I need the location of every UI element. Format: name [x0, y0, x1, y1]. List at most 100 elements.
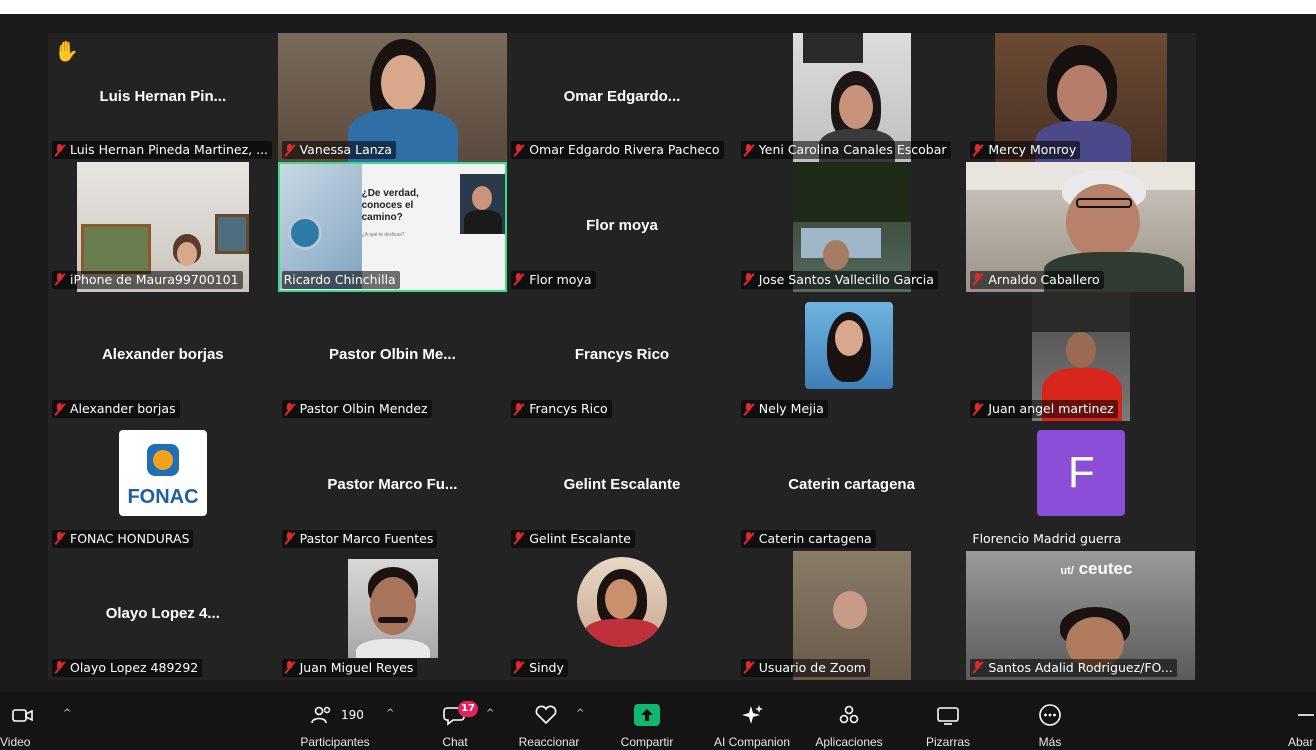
- participant-name-label: Flor moya: [511, 270, 596, 289]
- participant-name: Florencio Madrid guerra: [972, 530, 1122, 546]
- participant-name-label: Juan angel martinez: [970, 400, 1118, 419]
- leave-icon: [1298, 714, 1314, 716]
- participant-name-label: Francys Rico: [511, 400, 612, 419]
- participant-tile[interactable]: iPhone de Maura99700101: [48, 162, 278, 292]
- more-button[interactable]: Más: [1024, 692, 1076, 750]
- muted-mic-icon: [972, 273, 984, 286]
- participant-name-label: Gelint Escalante: [511, 529, 635, 548]
- participant-name-label: Olayo Lopez 489292: [52, 658, 203, 677]
- wall-logo-text: ut/ ceutec: [1060, 558, 1133, 578]
- participant-tile[interactable]: FONAC FONAC HONDURAS: [48, 421, 278, 551]
- participant-name-label: Usuario de Zoom: [740, 658, 870, 677]
- participant-name: Flor moya: [529, 271, 592, 287]
- participant-name-label: Mercy Monroy: [970, 141, 1081, 160]
- muted-mic-icon: [284, 532, 296, 545]
- react-button[interactable]: Reaccionar: [512, 692, 586, 750]
- whiteboards-label: Pizarras: [925, 735, 970, 749]
- share-screen-icon: [634, 704, 660, 726]
- more-label: Más: [1038, 735, 1062, 749]
- muted-mic-icon: [513, 402, 525, 416]
- participant-tile[interactable]: Omar Edgardo... Omar Edgardo Rivera Pach…: [507, 33, 737, 163]
- participant-tile[interactable]: Francys Rico Francys Rico: [507, 291, 737, 422]
- participant-tile[interactable]: Yeni Carolina Canales Escobar: [736, 33, 967, 163]
- participant-name: Usuario de Zoom: [758, 659, 866, 675]
- participant-tile[interactable]: Sindy: [507, 550, 737, 680]
- participant-name-label: Luis Hernan Pineda Martinez, ...: [52, 141, 273, 160]
- participant-tile[interactable]: Pastor Marco Fu... Pastor Marco Fuentes: [277, 421, 508, 551]
- participant-name: Jose Santos Vallecillo Garcia: [758, 271, 934, 287]
- participant-display-name: Luis Hernan Pin...: [99, 87, 227, 105]
- participant-name-label: Caterin cartagena: [740, 529, 876, 548]
- meeting-toolbar: Video ^ 190 Participantes ^ 17 Chat ^ Re…: [0, 692, 1316, 750]
- participant-tile[interactable]: ut/ ceutec Santos Adalid Rodriguez/FO...: [966, 550, 1196, 680]
- participant-name: Yeni Carolina Canales Escobar: [758, 142, 947, 158]
- participant-tile[interactable]: Flor moya Flor moya: [507, 162, 737, 292]
- whiteboard-icon: [937, 707, 959, 725]
- participant-name: Pastor Marco Fuentes: [299, 530, 434, 546]
- raised-hand-icon: ✋: [54, 39, 79, 63]
- leave-button[interactable]: Abar: [1284, 692, 1316, 750]
- participant-display-name: Olayo Lopez 4...: [105, 605, 220, 623]
- muted-mic-icon: [54, 661, 66, 674]
- apps-button[interactable]: Aplicaciones: [808, 692, 890, 750]
- participant-tile[interactable]: Vanessa Lanza: [277, 33, 508, 163]
- participant-display-name: Alexander borjas: [101, 346, 224, 364]
- muted-mic-icon: [743, 143, 755, 157]
- participant-name-label: Vanessa Lanza: [281, 141, 396, 160]
- participant-tile[interactable]: Jose Santos Vallecillo Garcia: [736, 162, 967, 292]
- more-icon: [1039, 704, 1061, 726]
- participant-tile[interactable]: Gelint Escalante Gelint Escalante: [507, 421, 737, 551]
- muted-mic-icon: [513, 273, 525, 286]
- muted-mic-icon: [743, 273, 755, 286]
- participant-name-label: Jose Santos Vallecillo Garcia: [740, 270, 938, 289]
- participant-tile[interactable]: F Florencio Madrid guerra: [966, 421, 1196, 551]
- participant-name-label: Alexander borjas: [52, 400, 180, 419]
- participant-name-label: Yeni Carolina Canales Escobar: [740, 141, 951, 160]
- video-camera-icon: [12, 709, 33, 722]
- whiteboards-button[interactable]: Pizarras: [918, 692, 978, 750]
- participant-tile[interactable]: Mercy Monroy: [966, 33, 1196, 163]
- participants-button[interactable]: 190 Participantes: [292, 692, 378, 750]
- participant-name-label: Santos Adalid Rodriguez/FO...: [970, 658, 1177, 677]
- participant-display-name: Gelint Escalante: [563, 475, 681, 493]
- muted-mic-icon: [972, 661, 984, 674]
- participant-name-label: Arnaldo Caballero: [970, 270, 1104, 289]
- participants-label: Participantes: [300, 735, 370, 749]
- chat-unread-badge: 17: [458, 701, 478, 717]
- heart-icon: [535, 705, 557, 725]
- sparkle-icon: [742, 705, 763, 724]
- ai-companion-button[interactable]: AI Companion: [704, 692, 800, 750]
- participant-tile[interactable]: ✋ Luis Hernan Pin... Luis Hernan Pineda …: [48, 33, 278, 163]
- participant-name-label: Pastor Marco Fuentes: [281, 529, 438, 548]
- participant-tile[interactable]: Arnaldo Caballero: [966, 162, 1196, 292]
- video-label: Video: [0, 735, 31, 749]
- chat-button[interactable]: 17 Chat: [432, 692, 478, 750]
- participant-name: Omar Edgardo Rivera Pacheco: [529, 142, 720, 158]
- participant-tile[interactable]: Olayo Lopez 4... Olayo Lopez 489292: [48, 550, 278, 680]
- participant-name-label: FONAC HONDURAS: [52, 529, 194, 548]
- participants-icon: [311, 706, 331, 724]
- participant-tile[interactable]: Pastor Olbin Me... Pastor Olbin Mendez: [277, 291, 508, 422]
- ai-companion-label: AI Companion: [713, 735, 791, 749]
- participant-tile[interactable]: Nely Mejia: [736, 291, 967, 422]
- muted-mic-icon: [54, 273, 66, 286]
- share-screen-button[interactable]: Compartir: [612, 692, 682, 750]
- participant-name-label: Pastor Olbin Mendez: [281, 400, 432, 419]
- participant-tile[interactable]: Alexander borjas Alexander borjas: [48, 291, 278, 422]
- active-speaker-tile[interactable]: ¿De verdad, conoces el camino? ¿A qué te…: [277, 162, 508, 292]
- video-options-caret[interactable]: ^: [63, 708, 71, 719]
- participant-display-name: Flor moya: [586, 217, 658, 235]
- chat-options-caret[interactable]: ^: [486, 708, 494, 719]
- participant-tile[interactable]: Juan Miguel Reyes: [277, 550, 508, 680]
- leave-label: Abar: [1288, 735, 1314, 749]
- participant-tile[interactable]: Caterin cartagena Caterin cartagena: [736, 421, 967, 551]
- participants-options-caret[interactable]: ^: [386, 708, 394, 719]
- video-button[interactable]: Video: [0, 692, 46, 750]
- participant-photo: [577, 556, 668, 647]
- participant-tile[interactable]: Usuario de Zoom: [736, 550, 967, 680]
- gallery-view: ✋ Luis Hernan Pin... Luis Hernan Pineda …: [48, 33, 1196, 680]
- slide-caption: ¿A qué te dedicas?: [361, 232, 405, 239]
- react-options-caret[interactable]: ^: [576, 708, 584, 719]
- participant-tile[interactable]: Juan angel martinez: [966, 291, 1196, 422]
- slide-line: camino?: [361, 212, 403, 224]
